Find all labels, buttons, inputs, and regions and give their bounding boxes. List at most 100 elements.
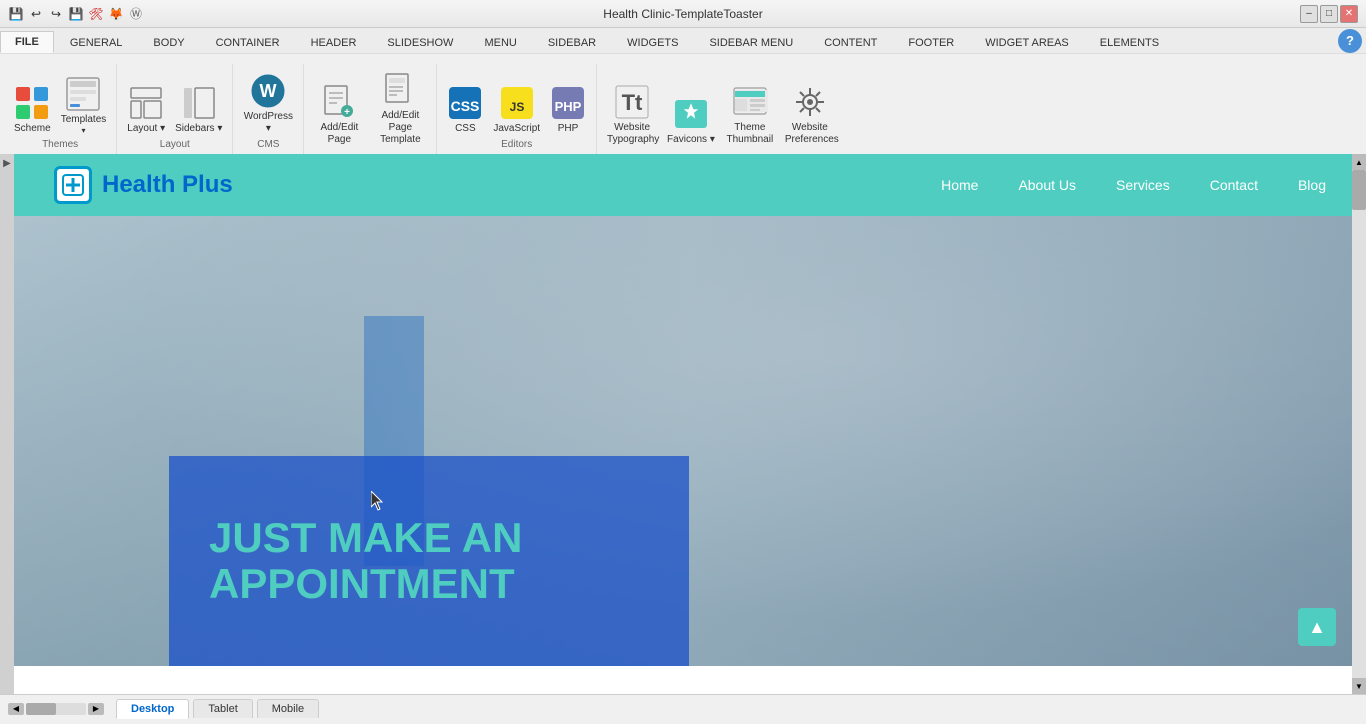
logo-text-accent: Plus <box>182 171 233 198</box>
tab-elements[interactable]: ELEMENTS <box>1085 31 1174 53</box>
php-label: PHP <box>558 123 579 135</box>
help-button[interactable]: ? <box>1338 29 1362 53</box>
php-icon: PHP <box>550 85 586 121</box>
wordpress-label: WordPress ▾ <box>243 111 293 135</box>
canvas-expand-button[interactable]: ▶ <box>0 154 14 694</box>
website-preferences-button[interactable]: Website Preferences <box>781 78 839 148</box>
website-typography-icon: Tt <box>614 84 650 120</box>
scheme-button[interactable]: Scheme <box>10 67 55 137</box>
website-typography-button[interactable]: Tt Website Typography <box>603 78 661 148</box>
hero-overlay-box: JUST MAKE AN APPOINTMENT <box>169 456 689 666</box>
tab-desktop[interactable]: Desktop <box>116 699 189 719</box>
css-button[interactable]: CSS CSS <box>443 67 487 137</box>
favicons-icon <box>673 96 709 132</box>
nav-item-services[interactable]: Services <box>1116 177 1170 193</box>
svg-text:+: + <box>344 107 350 118</box>
layout-button[interactable]: Layout ▾ <box>123 67 169 137</box>
redo-icon[interactable]: ↪ <box>48 6 64 22</box>
sidebars-button[interactable]: Sidebars ▾ <box>171 67 226 137</box>
ribbon-group-editors: CSS CSS JS JavaScript PHP <box>437 64 597 154</box>
tab-footer[interactable]: FOOTER <box>893 31 969 53</box>
favicons-button[interactable]: Favicons ▾ <box>663 78 719 148</box>
title-bar-controls: 💾 ↩ ↪ 💾 🛠 🦊 Ⓦ <box>8 6 144 22</box>
add-edit-page-template-button[interactable]: Add/Edit Page Template <box>370 78 430 148</box>
minimize-button[interactable]: – <box>1300 5 1318 23</box>
ribbon-content: Scheme Templates Themes <box>0 54 1366 154</box>
templates-button[interactable]: Templates <box>57 67 111 137</box>
horizontal-scrollbar[interactable]: ◀ ▶ <box>8 703 104 715</box>
nav-item-blog[interactable]: Blog <box>1298 177 1326 193</box>
website-preferences-label: Website Preferences <box>785 122 835 146</box>
tab-menu[interactable]: MENU <box>469 31 531 53</box>
javascript-icon: JS <box>499 85 535 121</box>
add-edit-page-label: Add/Edit Page <box>314 122 364 146</box>
tab-sidebar-menu[interactable]: SIDEBAR MENU <box>694 31 808 53</box>
tab-sidebar[interactable]: SIDEBAR <box>533 31 611 53</box>
website-preview: Health Plus Home About Us Services Conta… <box>14 154 1366 694</box>
tool-icon[interactable]: 🛠 <box>88 6 104 22</box>
logo-text: Health Plus <box>102 171 233 199</box>
undo-icon[interactable]: ↩ <box>28 6 44 22</box>
tab-slideshow[interactable]: SLIDESHOW <box>372 31 468 53</box>
close-button[interactable]: ✕ <box>1340 5 1358 23</box>
vertical-scrollbar[interactable]: ▲ ▼ <box>1352 154 1366 694</box>
php-button[interactable]: PHP PHP <box>546 67 590 137</box>
layout-group-label: Layout <box>160 137 190 154</box>
svg-text:PHP: PHP <box>555 99 582 114</box>
title-bar: 💾 ↩ ↪ 💾 🛠 🦊 Ⓦ Health Clinic-TemplateToas… <box>0 0 1366 28</box>
javascript-label: JavaScript <box>493 123 540 135</box>
templates-arrow <box>81 126 85 135</box>
logo-text-plain: Health <box>102 171 182 198</box>
hero-section: JUST MAKE AN APPOINTMENT ▲ <box>14 216 1366 666</box>
tab-container[interactable]: CONTAINER <box>201 31 295 53</box>
nav-item-home[interactable]: Home <box>941 177 978 193</box>
tab-content[interactable]: CONTENT <box>809 31 892 53</box>
svg-text:JS: JS <box>509 100 524 114</box>
theme-thumbnail-icon <box>732 84 768 120</box>
site-nav: Home About Us Services Contact Blog <box>941 177 1326 193</box>
layout-label: Layout ▾ <box>127 123 165 135</box>
window-controls[interactable]: – □ ✕ <box>1300 5 1358 23</box>
javascript-button[interactable]: JS JavaScript <box>489 67 544 137</box>
theme-thumbnail-button[interactable]: Theme Thumbnail <box>721 78 779 148</box>
sidebars-icon <box>181 85 217 121</box>
tab-widget-areas[interactable]: WIDGET AREAS <box>970 31 1084 53</box>
tab-widgets[interactable]: WIDGETS <box>612 31 693 53</box>
tab-tablet[interactable]: Tablet <box>193 699 252 718</box>
ribbon-group-website-tools: Tt Website Typography Favicons ▾ <box>597 64 845 154</box>
ribbon-group-layout-items: Layout ▾ Sidebars ▾ <box>123 64 226 137</box>
browser-icon[interactable]: 🦊 <box>108 6 124 22</box>
scroll-up-button[interactable]: ▲ <box>1298 608 1336 646</box>
svg-text:Tt: Tt <box>622 90 643 115</box>
svg-text:CSS: CSS <box>451 98 480 114</box>
tab-general[interactable]: GENERAL <box>55 31 138 53</box>
tab-header[interactable]: HEADER <box>296 31 372 53</box>
canvas-main: Health Plus Home About Us Services Conta… <box>14 154 1366 694</box>
tab-body[interactable]: BODY <box>138 31 199 53</box>
nav-item-about[interactable]: About Us <box>1018 177 1076 193</box>
add-edit-page-button[interactable]: + Add/Edit Page <box>310 78 368 148</box>
ribbon-group-layout: Layout ▾ Sidebars ▾ Layout <box>117 64 233 154</box>
templates-label: Templates <box>61 114 107 126</box>
quick-access-icon-1[interactable]: 💾 <box>8 6 24 22</box>
tab-mobile[interactable]: Mobile <box>257 699 319 718</box>
add-edit-page-template-label: Add/Edit Page Template <box>375 110 425 146</box>
hero-title: JUST MAKE AN APPOINTMENT <box>209 515 649 607</box>
wordpress-button[interactable]: W WordPress ▾ <box>239 67 297 137</box>
theme-thumbnail-label: Theme Thumbnail <box>725 122 775 146</box>
sidebars-label: Sidebars ▾ <box>175 123 222 135</box>
app-title: Health Clinic-TemplateToaster <box>603 7 762 21</box>
save-icon[interactable]: 💾 <box>68 6 84 22</box>
site-logo: Health Plus <box>54 166 233 204</box>
nav-item-contact[interactable]: Contact <box>1210 177 1258 193</box>
maximize-button[interactable]: □ <box>1320 5 1338 23</box>
themes-group-label: Themes <box>42 137 78 154</box>
ribbon-tab-bar: FILE GENERAL BODY CONTAINER HEADER SLIDE… <box>0 28 1366 54</box>
tab-file[interactable]: FILE <box>0 31 54 53</box>
ribbon-group-pages: + Add/Edit Page Add/Edit Page Template <box>304 64 437 154</box>
wp-icon[interactable]: Ⓦ <box>128 6 144 22</box>
canvas-wrapper: ▶ Health Plus <box>0 154 1366 694</box>
cms-group-label: CMS <box>257 137 279 154</box>
add-edit-page-icon: + <box>321 84 357 120</box>
scheme-label: Scheme <box>14 123 51 135</box>
